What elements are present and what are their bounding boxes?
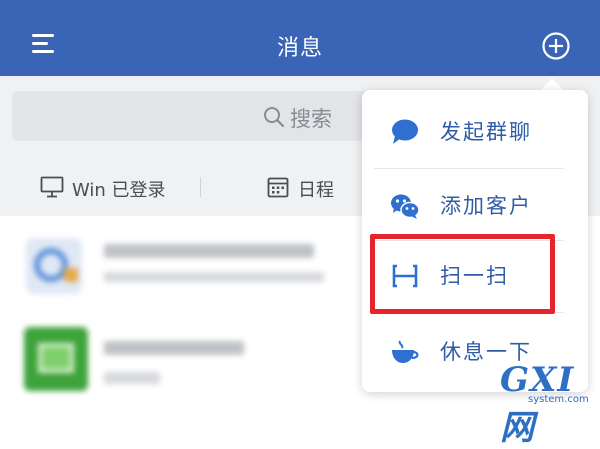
login-status[interactable]: Win 已登录 — [72, 176, 166, 202]
menu-item-add-customer[interactable]: 添加客户 — [362, 170, 588, 240]
divider — [200, 177, 201, 197]
menu-item-start-group-chat[interactable]: 发起群聊 — [362, 96, 588, 166]
menu-item-label: 添加客户 — [440, 194, 532, 218]
schedule-link[interactable]: 日程 — [298, 176, 334, 202]
blurred-text — [104, 244, 314, 258]
blurred-text — [104, 341, 244, 355]
highlight-box — [370, 234, 555, 314]
add-icon[interactable] — [541, 31, 571, 61]
monitor-icon — [40, 176, 64, 198]
separator — [374, 168, 564, 169]
chat-bubble-icon — [392, 119, 418, 144]
page-title: 消息 — [276, 36, 323, 61]
blurred-text — [104, 372, 160, 384]
watermark: GXI网 system.com — [500, 360, 600, 448]
wechat-icon — [391, 194, 420, 219]
calendar-icon — [267, 177, 289, 198]
watermark-domain: system.com — [528, 394, 589, 405]
blurred-text — [104, 272, 324, 282]
search-icon — [264, 107, 285, 128]
menu-item-label: 发起群聊 — [440, 120, 532, 144]
search-placeholder: 搜索 — [290, 107, 332, 131]
avatar — [26, 238, 82, 294]
coffee-cup-icon — [392, 340, 419, 363]
avatar — [24, 327, 88, 391]
